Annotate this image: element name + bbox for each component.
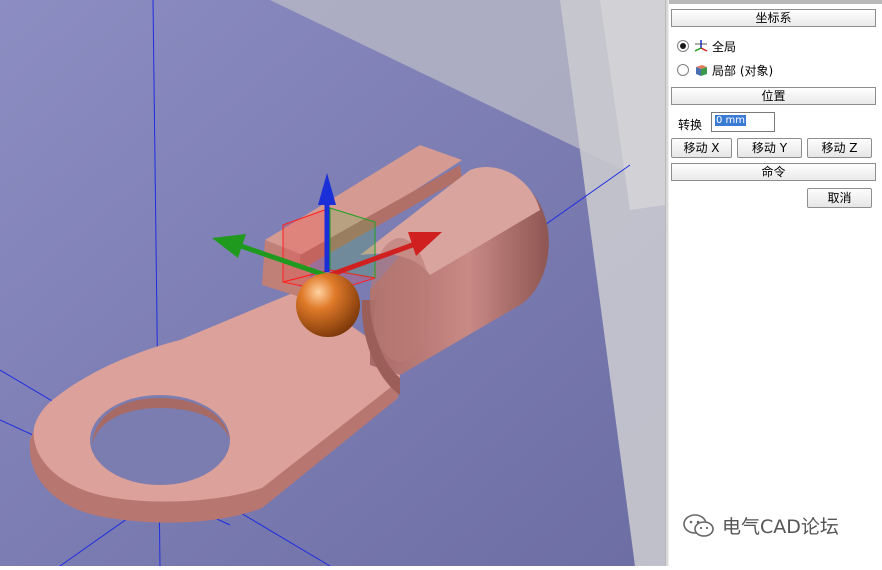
cube-icon xyxy=(696,65,707,76)
transform-input[interactable]: 0 mm xyxy=(711,112,775,132)
move-x-button[interactable]: 移动 X xyxy=(671,138,732,158)
move-y-button[interactable]: 移动 Y xyxy=(737,138,802,158)
gizmo-center-sphere[interactable] xyxy=(296,273,360,337)
coordinate-system-header[interactable]: 坐标系 xyxy=(671,9,876,27)
watermark: 电气CAD论坛 xyxy=(682,512,839,539)
radio-global-row[interactable]: 全局 xyxy=(677,37,736,55)
transform-label: 转换 xyxy=(678,118,703,132)
transform-value: 0 mm xyxy=(715,115,747,126)
cancel-button[interactable]: 取消 xyxy=(807,188,872,208)
position-header[interactable]: 位置 xyxy=(671,87,876,105)
radio-local-label: 局部 (对象) xyxy=(712,63,774,78)
transform-panel: 坐标系 全局 局部 (对象) 位置 转换 0 mm 移动 X 移动 Y 移动 Z… xyxy=(669,0,882,566)
wechat-icon xyxy=(683,513,714,537)
world-axes-icon xyxy=(694,40,708,52)
3d-viewport[interactable] xyxy=(0,0,665,567)
radio-global-label: 全局 xyxy=(712,39,737,54)
watermark-text: 电气CAD论坛 xyxy=(722,516,839,538)
radio-global[interactable] xyxy=(677,40,689,52)
command-header[interactable]: 命令 xyxy=(671,163,876,181)
radio-local[interactable] xyxy=(677,64,689,76)
radio-local-row[interactable]: 局部 (对象) xyxy=(677,61,773,79)
move-z-button[interactable]: 移动 Z xyxy=(807,138,872,158)
